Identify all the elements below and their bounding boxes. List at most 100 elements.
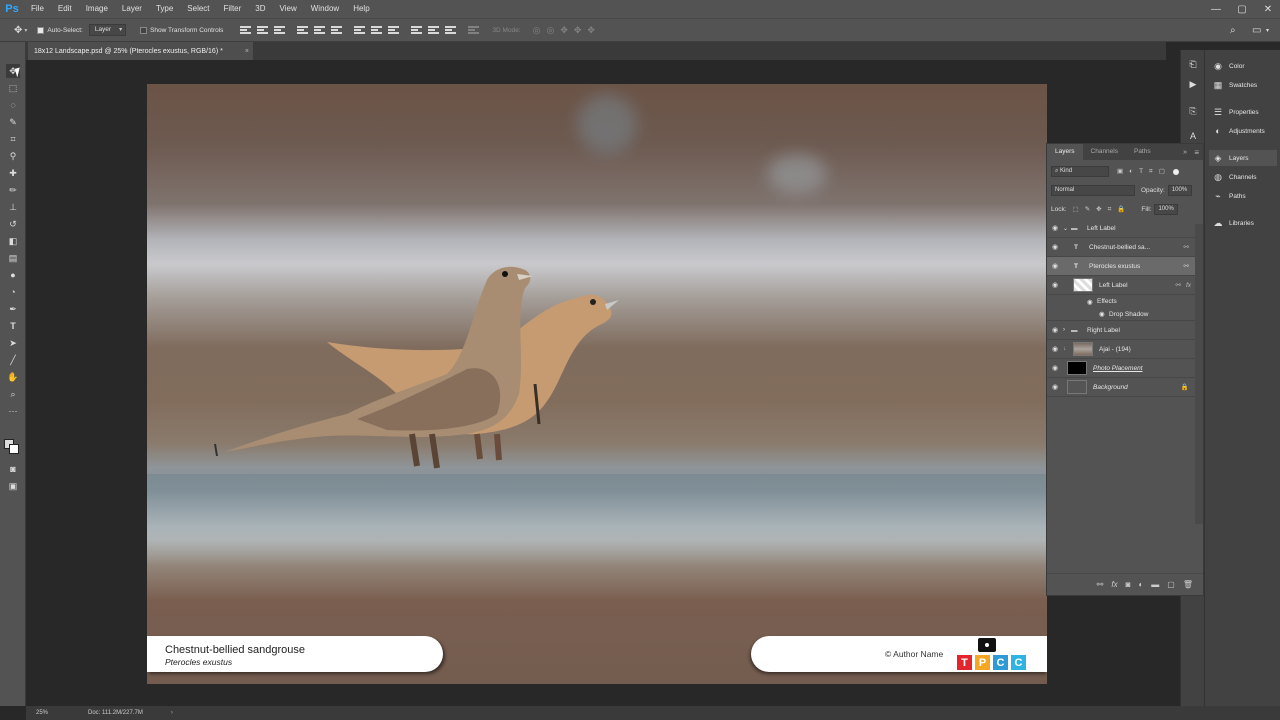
align-top-icon[interactable]	[240, 25, 252, 35]
visibility-eye-icon[interactable]: ◉	[1087, 298, 1097, 306]
play-actions-icon[interactable]: ▶	[1187, 78, 1199, 90]
close-tab-icon[interactable]: ×	[245, 48, 249, 55]
menu-layer[interactable]: Layer	[115, 0, 149, 18]
status-menu-arrow-icon[interactable]: ›	[171, 710, 173, 716]
line-tool-icon[interactable]: ╱	[6, 353, 20, 367]
restore-button[interactable]: ▢	[1230, 0, 1254, 18]
layer-row[interactable]: ◉ T Chestnut-bellied sa... ⚯	[1047, 238, 1195, 257]
distribute-left-icon[interactable]	[411, 25, 423, 35]
lasso-tool-icon[interactable]: ◌	[6, 98, 20, 112]
align-vertical-center-icon[interactable]	[257, 25, 269, 35]
new-group-icon[interactable]: ▬	[1151, 580, 1159, 589]
quick-mask-icon[interactable]: ◙	[6, 462, 20, 476]
visibility-eye-icon[interactable]: ◉	[1047, 364, 1063, 372]
history-brush-tool-icon[interactable]: ↺	[6, 217, 20, 231]
filter-type-icons[interactable]: ▣◐T⌗▢	[1117, 167, 1171, 176]
delete-layer-icon[interactable]: 🗑	[1183, 580, 1193, 589]
auto-select-checkbox[interactable]: Auto-Select:	[37, 26, 83, 34]
collapse-panel-icon[interactable]: »	[1183, 149, 1187, 156]
hand-tool-icon[interactable]: ✋	[6, 370, 20, 384]
character-icon[interactable]: A	[1187, 130, 1199, 142]
group-collapsed-chevron-icon[interactable]: ›	[1063, 327, 1071, 333]
distribute-vcenter-icon[interactable]	[371, 25, 383, 35]
new-adjustment-icon[interactable]: ◐	[1138, 580, 1143, 589]
clone-source-icon[interactable]: ⎘	[1187, 105, 1199, 117]
distribute-hcenter-icon[interactable]	[428, 25, 440, 35]
link-layers-icon[interactable]: ⚯	[1097, 580, 1104, 589]
visibility-eye-icon[interactable]: ◉	[1047, 345, 1063, 353]
layer-row[interactable]: ◉ Left Label ⚯ fx	[1047, 276, 1195, 295]
visibility-eye-icon[interactable]: ◉	[1047, 281, 1063, 289]
align-left-icon[interactable]	[297, 25, 309, 35]
effect-row[interactable]: ◉ Drop Shadow	[1047, 308, 1195, 321]
menu-filter[interactable]: Filter	[217, 0, 249, 18]
3d-mode-tools-icon[interactable]: ◎◎✥✥✥	[533, 25, 601, 36]
show-transform-controls-checkbox[interactable]: Show Transform Controls	[140, 26, 223, 34]
path-selection-tool-icon[interactable]: ➤	[6, 336, 20, 350]
more-tools-icon[interactable]: ⋯	[6, 404, 20, 418]
auto-align-icon[interactable]	[468, 25, 480, 35]
blur-tool-icon[interactable]: ●	[6, 268, 20, 282]
visibility-eye-icon[interactable]: ◉	[1047, 224, 1063, 232]
visibility-eye-icon[interactable]: ◉	[1047, 243, 1063, 251]
add-style-fx-icon[interactable]: fx	[1111, 580, 1117, 589]
eyedropper-tool-icon[interactable]: ⚲	[6, 149, 20, 163]
menu-help[interactable]: Help	[346, 0, 376, 18]
channels-panel-button[interactable]: ◍ Channels	[1209, 169, 1277, 185]
minimize-button[interactable]: —	[1204, 0, 1228, 18]
zoom-level[interactable]: 25%	[36, 710, 48, 716]
align-bottom-icon[interactable]	[274, 25, 286, 35]
dodge-tool-icon[interactable]: ◔	[6, 285, 20, 299]
layers-scrollbar[interactable]	[1195, 224, 1203, 524]
marquee-tool-icon[interactable]: ⬚	[6, 81, 20, 95]
menu-edit[interactable]: Edit	[51, 0, 79, 18]
screen-mode-icon[interactable]: ▣	[6, 479, 20, 493]
zoom-tool-icon[interactable]: ⌕	[6, 387, 20, 401]
menu-image[interactable]: Image	[79, 0, 115, 18]
photoshop-logo[interactable]: Ps	[0, 0, 24, 18]
color-panel-button[interactable]: ◉ Color	[1209, 58, 1277, 74]
move-tool-icon[interactable]: ✥	[14, 25, 22, 36]
swatches-panel-button[interactable]: ▦ Swatches	[1209, 77, 1277, 93]
history-icon[interactable]: ⎗	[1187, 58, 1199, 70]
distribute-right-icon[interactable]	[445, 25, 457, 35]
tab-channels[interactable]: Channels	[1083, 144, 1126, 160]
panel-menu-icon[interactable]: ≡	[1194, 148, 1199, 157]
menu-file[interactable]: File	[24, 0, 51, 18]
layer-row[interactable]: ◉ ↓ Ajai - (194)	[1047, 340, 1195, 359]
layer-row[interactable]: ◉ ⌄ ▬ Left Label	[1047, 219, 1195, 238]
menu-view[interactable]: View	[273, 0, 304, 18]
background-color-swatch[interactable]	[9, 444, 19, 454]
fill-input[interactable]: 100%	[1154, 204, 1179, 215]
menu-window[interactable]: Window	[304, 0, 346, 18]
workspace-icon[interactable]: ▭	[1252, 25, 1261, 36]
layers-panel-button[interactable]: ◈ Layers	[1209, 150, 1277, 166]
healing-brush-tool-icon[interactable]: ✚	[6, 166, 20, 180]
brush-tool-icon[interactable]: ✏	[6, 183, 20, 197]
menu-select[interactable]: Select	[180, 0, 216, 18]
effects-row[interactable]: ◉ Effects	[1047, 295, 1195, 308]
visibility-eye-icon[interactable]: ◉	[1047, 262, 1063, 270]
layer-row[interactable]: ◉ Photo Placement	[1047, 359, 1195, 378]
align-horizontal-center-icon[interactable]	[314, 25, 326, 35]
eraser-tool-icon[interactable]: ◧	[6, 234, 20, 248]
close-window-button[interactable]: ✕	[1256, 0, 1280, 18]
visibility-eye-icon[interactable]: ◉	[1047, 383, 1063, 391]
filter-kind-select[interactable]: ⌕ Kind	[1051, 166, 1109, 177]
group-expanded-chevron-icon[interactable]: ⌄	[1063, 225, 1071, 232]
visibility-eye-icon[interactable]: ◉	[1099, 310, 1109, 318]
blend-mode-select[interactable]: Normal	[1051, 185, 1135, 196]
menu-type[interactable]: Type	[149, 0, 180, 18]
fx-icon[interactable]: fx	[1186, 282, 1191, 289]
opacity-input[interactable]: 100%	[1167, 185, 1192, 196]
crop-tool-icon[interactable]: ⌗	[6, 132, 20, 146]
add-mask-icon[interactable]: ◙	[1126, 580, 1131, 589]
filter-toggle-icon[interactable]	[1172, 168, 1179, 175]
lock-options-icons[interactable]: ⬚✎✥⌗🔒	[1073, 205, 1132, 214]
layer-row[interactable]: ◉ Background 🔒	[1047, 378, 1195, 397]
new-layer-icon[interactable]: ▢	[1167, 580, 1175, 589]
search-icon[interactable]: ⌕	[1230, 25, 1236, 36]
paths-panel-button[interactable]: ⌁ Paths	[1209, 188, 1277, 204]
libraries-panel-button[interactable]: ☁ Libraries	[1209, 215, 1277, 231]
clone-stamp-tool-icon[interactable]: ⊥	[6, 200, 20, 214]
